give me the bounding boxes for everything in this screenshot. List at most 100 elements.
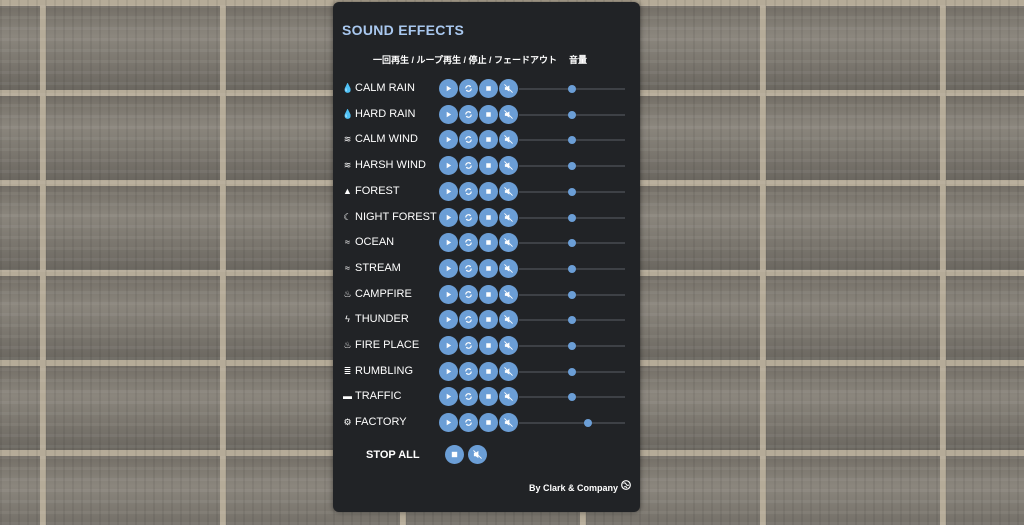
loop-icon [465,316,472,324]
play-once-button[interactable] [439,181,458,201]
play-once-button[interactable] [439,310,458,330]
play-icon [446,111,452,117]
volume-slider-handle[interactable] [568,110,576,119]
volume-slider[interactable] [519,264,625,273]
play-once-button[interactable] [439,104,458,124]
play-once-button[interactable] [439,79,458,98]
volume-slider-handle[interactable] [568,367,576,376]
volume-slider[interactable] [519,136,625,145]
stop-button[interactable] [479,79,498,98]
volume-slider[interactable] [519,419,625,428]
volume-slider[interactable] [519,393,625,402]
stop-button[interactable] [479,387,498,407]
fade-out-button[interactable] [499,387,518,407]
volume-slider[interactable] [519,342,625,350]
stop-button[interactable] [479,284,498,304]
volume-slider-handle[interactable] [568,239,576,248]
volume-slider-handle[interactable] [583,419,592,428]
stop-button[interactable] [479,258,498,278]
stop-button[interactable] [479,233,498,253]
fade-out-icon [504,366,513,376]
stop-button[interactable] [479,310,498,330]
loop-play-button[interactable] [459,130,478,150]
play-once-button[interactable] [439,284,458,304]
fade-out-icon [504,341,513,350]
fade-out-button[interactable] [499,181,518,201]
play-once-button[interactable] [439,156,458,176]
fade-out-button[interactable] [499,130,518,150]
fade-out-button[interactable] [499,258,518,278]
volume-slider-handle[interactable] [568,85,576,93]
fade-out-icon [504,238,513,248]
stop-button[interactable] [479,336,498,355]
stop-button[interactable] [479,130,498,150]
play-once-button[interactable] [439,130,458,150]
fade-out-button[interactable] [499,361,518,381]
globe-icon[interactable] [621,480,631,490]
fade-out-button[interactable] [499,156,518,176]
loop-play-button[interactable] [459,156,478,176]
stop-all-button[interactable] [445,445,464,464]
fade-out-button[interactable] [499,104,518,124]
volume-slider[interactable] [519,110,625,119]
play-once-button[interactable] [439,207,458,227]
volume-slider-handle[interactable] [568,136,576,145]
volume-slider[interactable] [519,85,625,93]
loop-play-button[interactable] [459,336,478,355]
loop-play-button[interactable] [459,361,478,381]
volume-slider-handle[interactable] [568,342,576,350]
stop-button[interactable] [479,413,498,433]
volume-slider[interactable] [519,367,625,376]
fade-out-button[interactable] [499,79,518,98]
stop-all-label: STOP ALL [366,449,420,461]
volume-slider[interactable] [519,290,625,299]
fade-out-button[interactable] [499,310,518,330]
volume-slider[interactable] [519,187,625,196]
volume-slider-handle[interactable] [568,264,576,273]
volume-slider[interactable] [519,162,625,171]
stop-icon [486,368,491,374]
stop-button[interactable] [479,361,498,381]
stop-button[interactable] [479,207,498,227]
volume-slider-handle[interactable] [568,162,576,171]
loop-play-button[interactable] [459,258,478,278]
stop-button[interactable] [479,156,498,176]
play-once-button[interactable] [439,336,458,355]
play-once-button[interactable] [439,258,458,278]
sound-row: ≈ STREAM [342,258,632,279]
fade-out-button[interactable] [499,336,518,355]
loop-play-button[interactable] [459,387,478,407]
loop-play-button[interactable] [459,413,478,433]
fade-out-button[interactable] [499,207,518,227]
loop-play-button[interactable] [459,284,478,304]
play-once-button[interactable] [439,361,458,381]
water-drop-icon: 💧 [342,83,354,93]
volume-slider-handle[interactable] [568,213,576,222]
stop-button[interactable] [479,104,498,124]
loop-play-button[interactable] [459,310,478,330]
play-once-button[interactable] [439,233,458,253]
loop-play-button[interactable] [459,104,478,124]
stop-button[interactable] [479,181,498,201]
fade-out-button[interactable] [499,413,518,433]
volume-slider-handle[interactable] [568,393,576,402]
loop-play-button[interactable] [459,233,478,253]
loop-play-button[interactable] [459,207,478,227]
volume-slider-handle[interactable] [568,290,576,299]
volume-slider-handle[interactable] [568,187,576,196]
sound-name: RUMBLING [355,364,414,377]
loop-icon [465,85,472,92]
fade-out-button[interactable] [499,284,518,304]
sound-name: NIGHT FOREST [355,210,437,223]
volume-slider[interactable] [519,239,625,248]
volume-slider[interactable] [519,213,625,222]
volume-slider[interactable] [519,316,625,325]
volume-slider-handle[interactable] [568,316,576,325]
fade-out-all-button[interactable] [468,445,487,464]
play-once-button[interactable] [439,413,458,433]
fade-out-button[interactable] [499,233,518,253]
loop-play-button[interactable] [459,79,478,98]
loop-play-button[interactable] [459,181,478,201]
play-once-button[interactable] [439,387,458,407]
loop-icon [465,239,472,247]
